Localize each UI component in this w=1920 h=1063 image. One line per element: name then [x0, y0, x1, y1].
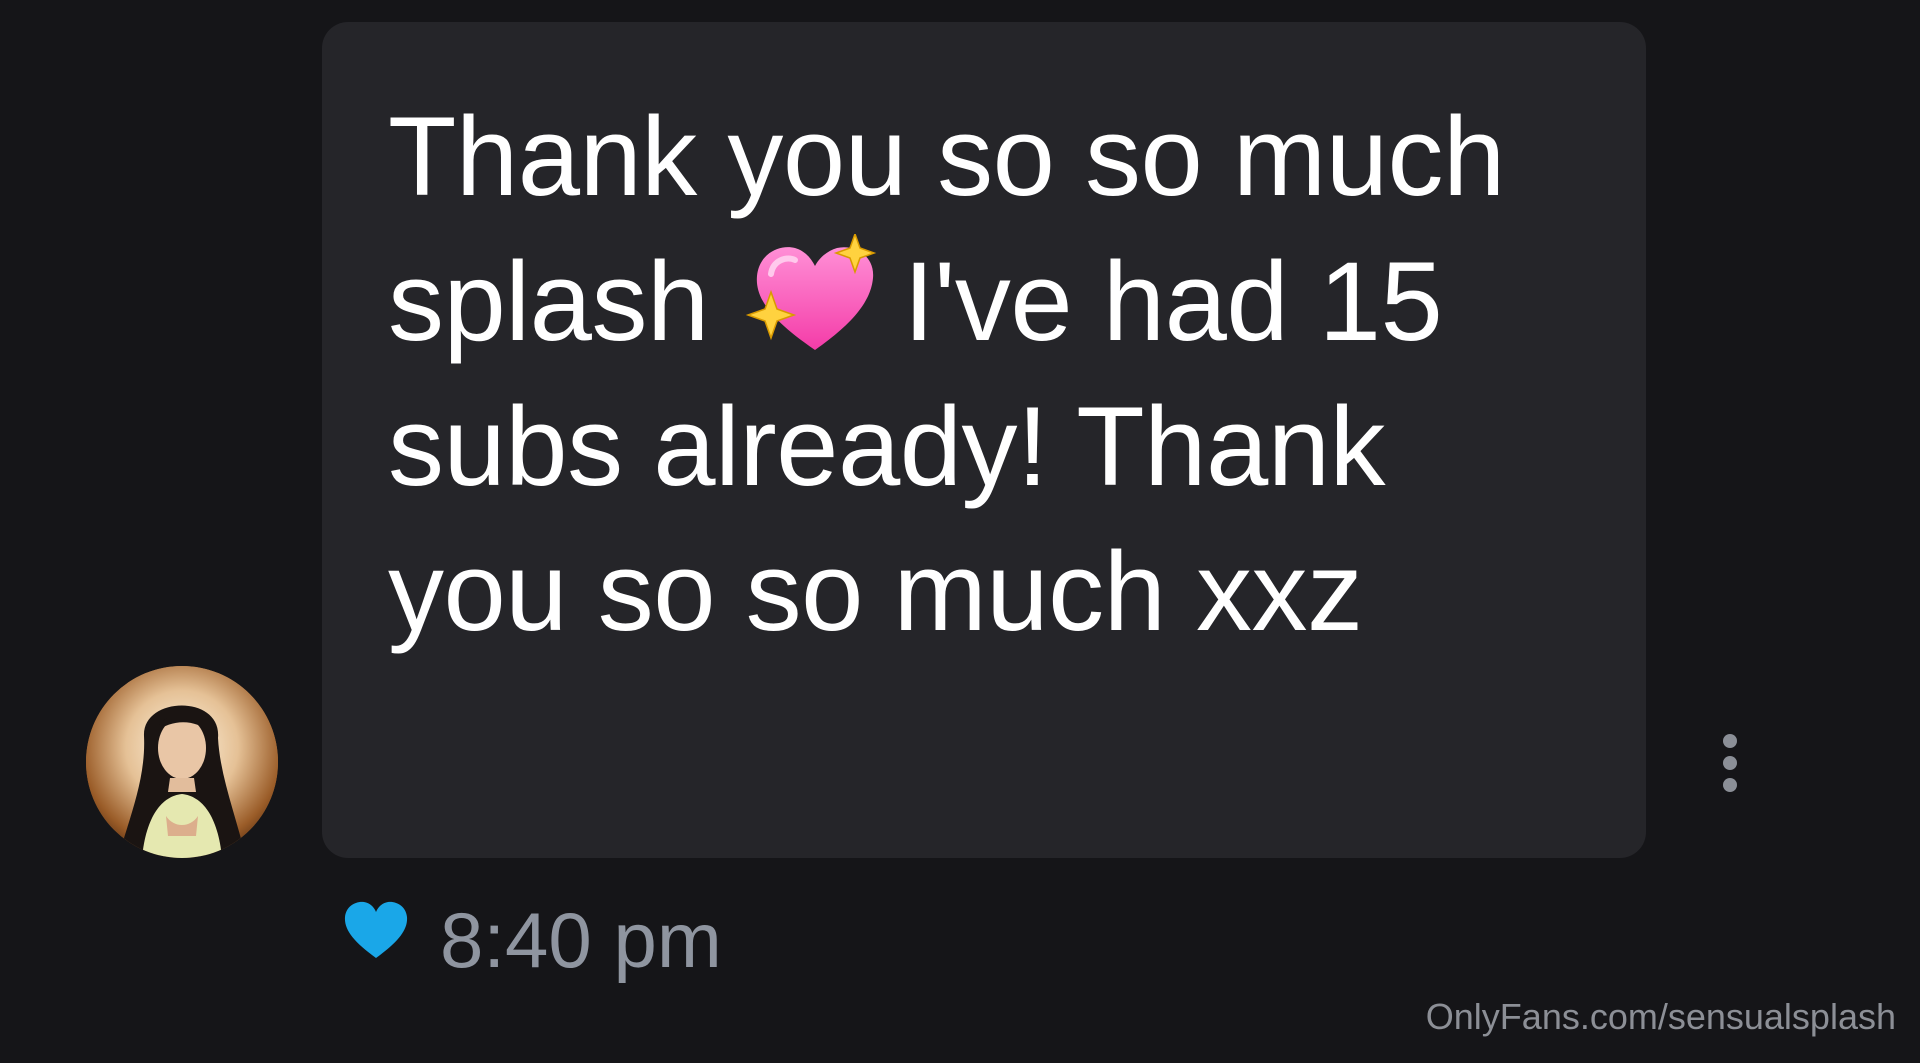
avatar[interactable]: [86, 666, 278, 858]
more-dot-icon: [1723, 734, 1737, 748]
like-heart-icon[interactable]: [342, 900, 410, 960]
sparkling-heart-emoji: [746, 234, 877, 350]
message-timestamp: 8:40 pm: [440, 896, 722, 984]
message-text: Thank you so so much splash I've had 15 …: [388, 84, 1588, 664]
more-dot-icon: [1723, 778, 1737, 792]
chat-screen: Thank you so so much splash I've had 15 …: [0, 0, 1920, 1063]
watermark: OnlyFans.com/sensualsplash: [1425, 996, 1896, 1037]
more-dot-icon: [1723, 756, 1737, 770]
avatar-photo: [86, 666, 278, 858]
message-options-button[interactable]: [1710, 728, 1750, 798]
